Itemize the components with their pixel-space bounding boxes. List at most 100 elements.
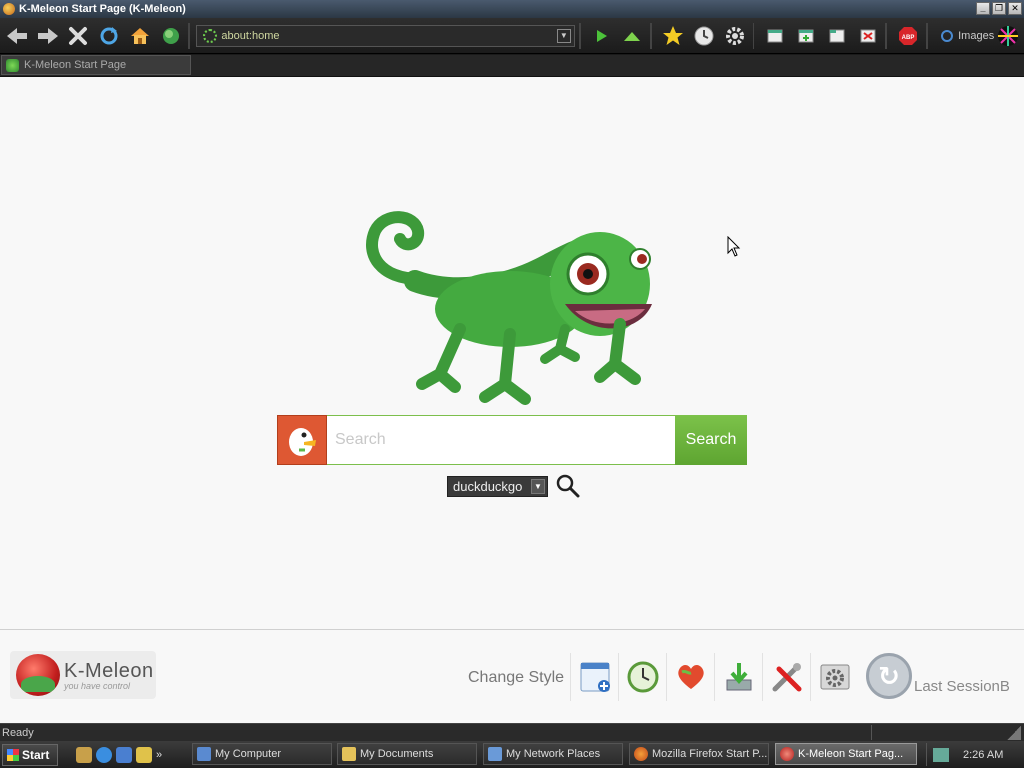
images-icon: [941, 29, 954, 42]
new-tab-button[interactable]: [792, 22, 820, 50]
toolbar-separator: [650, 22, 653, 49]
new-window-icon: [580, 662, 610, 692]
tray-network-icon[interactable]: [933, 747, 949, 762]
system-tray: 2:26 AM: [926, 743, 1024, 766]
restore-button[interactable]: ❐: [992, 2, 1006, 15]
url-bar[interactable]: ▼: [196, 24, 575, 47]
media-icon[interactable]: [136, 746, 152, 763]
footer-divider: [0, 629, 1024, 630]
adblock-button[interactable]: ABP: [894, 22, 922, 50]
settings-shortcut[interactable]: [810, 653, 858, 701]
computer-icon: [197, 747, 211, 761]
task-label: Mozilla Firefox Start P...: [652, 748, 768, 760]
internet-explorer-icon[interactable]: [96, 746, 112, 763]
favorites-shortcut[interactable]: [666, 653, 714, 701]
navigation-toolbar: ▼ ABP Images: [0, 18, 1024, 54]
back-arrow-icon: [6, 27, 27, 44]
images-label: Images: [958, 29, 995, 42]
show-desktop-icon[interactable]: [76, 746, 92, 763]
search-button[interactable]: Search: [675, 415, 747, 465]
task-my-computer[interactable]: My Computer: [192, 743, 332, 765]
task-my-documents[interactable]: My Documents: [337, 743, 477, 765]
change-style-link[interactable]: Change Style: [468, 669, 564, 687]
open-tab-button[interactable]: [823, 22, 851, 50]
k-meleon-logo[interactable]: K-Meleon you have control: [10, 651, 156, 699]
status-segment: [871, 725, 1003, 740]
bookmarks-button[interactable]: [659, 22, 687, 50]
window-plus-icon: [798, 29, 814, 42]
loading-spinner-icon: [203, 28, 218, 43]
logo-tagline: you have control: [64, 680, 131, 691]
gear-icon: [725, 26, 744, 45]
home-icon: [130, 27, 149, 44]
home-button[interactable]: [126, 22, 154, 50]
settings-gear-icon: [820, 664, 849, 690]
url-input[interactable]: [221, 29, 552, 42]
magnifier-icon[interactable]: [556, 474, 580, 498]
toolbar-separator: [752, 22, 755, 49]
window-close-icon: [860, 29, 876, 42]
clock[interactable]: 2:26 AM: [963, 749, 1003, 761]
status-text: Ready: [2, 726, 34, 739]
duckduckgo-logo-icon: [277, 415, 327, 465]
star-icon: [663, 25, 684, 45]
task-my-network-places[interactable]: My Network Places: [483, 743, 623, 765]
forward-arrow-icon: [37, 27, 58, 44]
history-button[interactable]: [690, 22, 718, 50]
globe-button[interactable]: [157, 22, 185, 50]
quick-launch-more-icon[interactable]: »: [156, 749, 162, 761]
window-icon: [767, 29, 783, 42]
stop-x-icon: [69, 26, 88, 45]
window-controls: _ ❐ ✕: [976, 2, 1022, 15]
logo-name: K-Meleon: [64, 659, 154, 682]
chameleon-image: [366, 211, 652, 405]
back-button[interactable]: [3, 22, 31, 50]
close-window-button[interactable]: ✕: [1008, 2, 1022, 15]
play-icon: [596, 29, 607, 42]
search-engine-row: duckduckgo ▼: [447, 474, 580, 498]
url-history-dropdown-icon[interactable]: ▼: [556, 28, 571, 43]
preferences-button[interactable]: [721, 22, 749, 50]
quick-launch-icons: [570, 653, 858, 701]
task-label: My Computer: [215, 748, 282, 760]
close-tab-button[interactable]: [854, 22, 882, 50]
tab-label: K-Meleon Start Page: [24, 59, 127, 71]
resize-grip-icon[interactable]: [1007, 726, 1021, 740]
images-toggle[interactable]: Images: [940, 29, 994, 43]
download-icon: [726, 663, 751, 691]
tab-k-meleon-start-page[interactable]: K-Meleon Start Page: [1, 55, 191, 75]
tools-shortcut[interactable]: [762, 653, 810, 701]
task-k-meleon[interactable]: K-Meleon Start Pag...: [775, 743, 917, 765]
start-button[interactable]: Start: [2, 743, 58, 766]
toolbar-separator: [885, 22, 888, 49]
search-engine-select[interactable]: duckduckgo ▼: [447, 475, 548, 497]
downloads-shortcut[interactable]: [714, 653, 762, 701]
task-firefox[interactable]: Mozilla Firefox Start P...: [629, 743, 769, 765]
clock-icon: [694, 26, 714, 45]
forward-button[interactable]: [34, 22, 62, 50]
new-window-button[interactable]: [761, 22, 789, 50]
taskbar: Start » My Computer My Documents My Netw…: [0, 741, 1024, 768]
tools-icon: [772, 663, 801, 692]
quick-launch: »: [76, 746, 162, 763]
toolbar-separator: [578, 22, 581, 49]
last-session-button[interactable]: ↻ Last SessionB: [866, 653, 1010, 699]
task-label: K-Meleon Start Pag...: [798, 748, 904, 760]
window-titlebar: K-Meleon Start Page (K-Meleon) _ ❐ ✕: [0, 0, 1024, 18]
minimize-button[interactable]: _: [976, 2, 990, 15]
reload-button[interactable]: [95, 22, 123, 50]
history-shortcut[interactable]: [618, 653, 666, 701]
search-engine-value: duckduckgo: [453, 478, 523, 494]
restore-session-icon: ↻: [866, 653, 912, 699]
search-bar: Search: [277, 415, 747, 465]
go-button[interactable]: [588, 22, 616, 50]
search-input[interactable]: [327, 415, 675, 465]
last-session-label: Last SessionB: [914, 678, 1010, 695]
windows-flag-icon: [7, 748, 19, 761]
up-button[interactable]: [619, 22, 647, 50]
outlook-express-icon[interactable]: [116, 746, 132, 763]
tab-favicon-icon: [6, 58, 19, 72]
stop-button[interactable]: [64, 22, 92, 50]
new-page-shortcut[interactable]: [570, 653, 618, 701]
toolbar-separator: [926, 22, 929, 49]
